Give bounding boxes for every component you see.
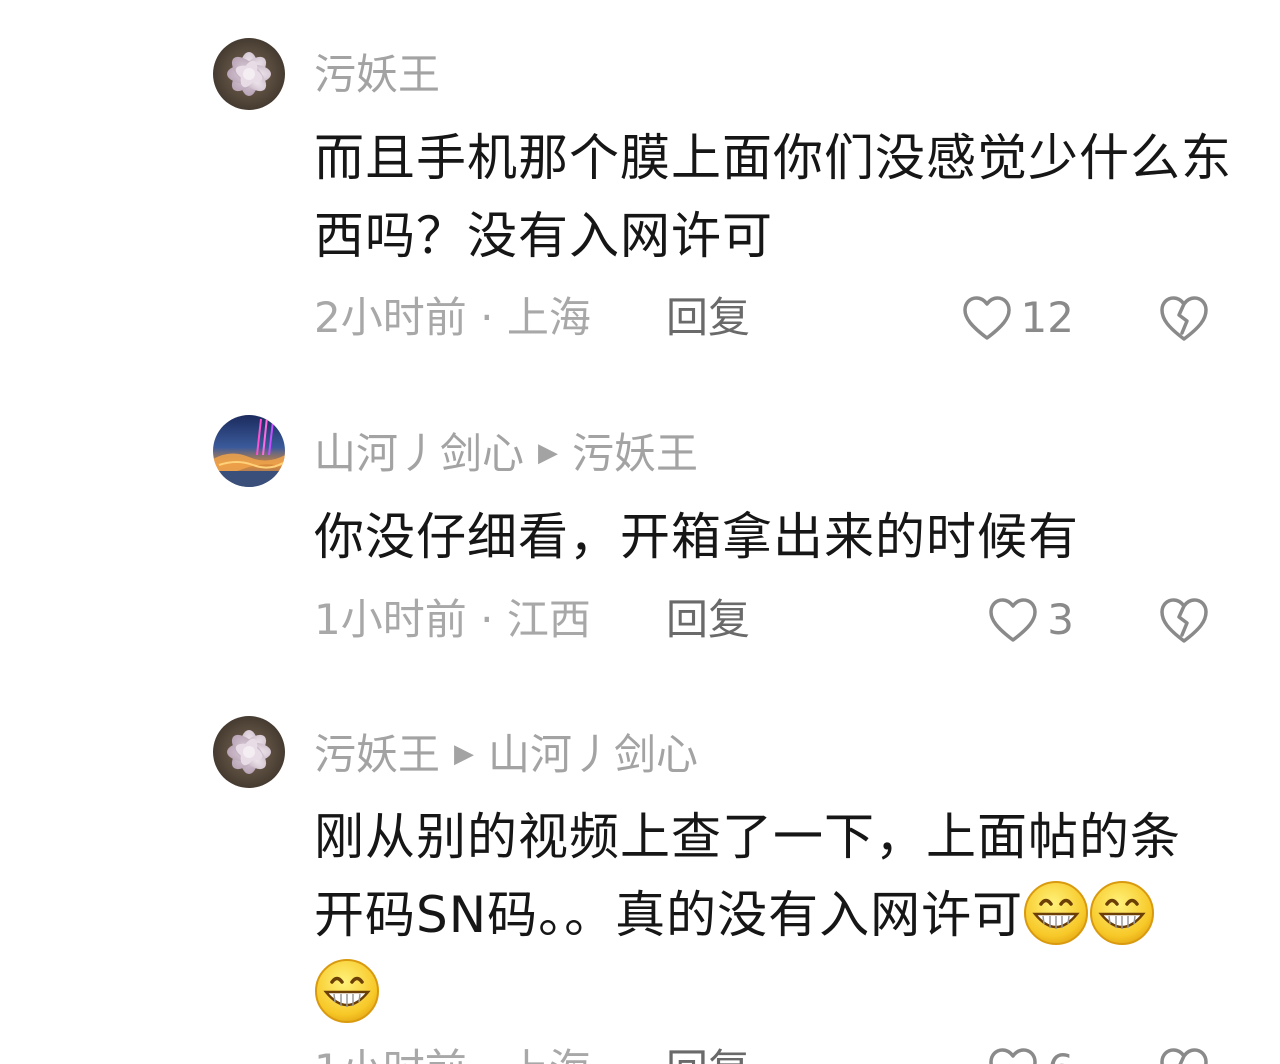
comment-meta: 1小时前 · 江西 [314, 594, 591, 646]
meta-separator: · [480, 1045, 493, 1064]
heart-icon [989, 598, 1038, 642]
comment-location: 上海 [506, 293, 591, 342]
succulent-avatar-icon[interactable] [213, 38, 285, 110]
broken-heart-icon[interactable] [1158, 292, 1210, 344]
broken-heart-icon[interactable] [1158, 594, 1210, 646]
comment-text-line: 刚从别的视频上查了一下，上面帖的条 [314, 808, 1181, 866]
comment-list: 污妖王 而且手机那个膜上面你们没感觉少什么东西吗？没有入网许可 2小时前 · 上… [0, 0, 1280, 1064]
like-count: 3 [1047, 595, 1074, 644]
comment-text: 你没仔细看，开箱拿出来的时候有 [314, 508, 1079, 566]
like-count: 6 [1047, 1044, 1074, 1064]
grin-emoji-icon [314, 957, 380, 1024]
meta-separator: · [480, 293, 494, 342]
grin-emoji-icon [1023, 879, 1089, 946]
reply-arrow-icon: ▶ [454, 738, 475, 769]
author-name[interactable]: 山河丿剑心 [314, 429, 524, 478]
author-name[interactable]: 污妖王 [314, 50, 440, 99]
comment-author-line: 污妖王 ▶ 山河丿剑心 [314, 729, 698, 784]
comment-time: 2小时前 [314, 293, 467, 342]
comment-text: 而且手机那个膜上面你们没感觉少什么东西吗？没有入网许可 [314, 129, 1232, 265]
grin-emoji-icon [1089, 879, 1155, 946]
sunset-sky-avatar-icon[interactable] [213, 415, 285, 487]
author-name[interactable]: 污妖王 [314, 730, 440, 779]
comment-author-line: 污妖王 [314, 49, 440, 101]
meta-separator: · [480, 595, 494, 644]
comment-author-line: 山河丿剑心 ▶ 污妖王 [314, 428, 698, 483]
comment-time: 1小时前 [314, 595, 467, 644]
like-count: 12 [1020, 293, 1074, 342]
reply-to-name[interactable]: 山河丿剑心 [488, 730, 698, 779]
broken-heart-icon[interactable] [1158, 1044, 1210, 1064]
comment-meta: 1小时前 · 上海 [314, 1044, 591, 1064]
comment-meta: 2小时前 · 上海 [314, 292, 591, 344]
heart-icon [962, 296, 1011, 340]
reply-arrow-icon: ▶ [538, 437, 559, 468]
heart-icon [989, 1048, 1038, 1064]
like-button[interactable]: 6 [987, 1044, 1074, 1064]
comment-location: 上海 [507, 1045, 591, 1064]
reply-button[interactable]: 回复 [666, 292, 750, 344]
reply-button[interactable]: 回复 [666, 594, 750, 646]
comment-time: 1小时前 [314, 1045, 467, 1064]
comment-text-line: 开码SN码。。真的没有入网许可 [314, 876, 1234, 954]
comment-location: 江西 [506, 595, 591, 644]
comment-text-line [314, 954, 1234, 1032]
reply-to-name[interactable]: 污妖王 [572, 429, 698, 478]
like-button[interactable]: 12 [961, 292, 1074, 344]
comment-text: 刚从别的视频上查了一下，上面帖的条 开码SN码。。真的没有入网许可 [314, 798, 1234, 1032]
like-button[interactable]: 3 [987, 594, 1074, 646]
succulent-avatar-icon[interactable] [213, 716, 285, 788]
comment-text-span: 开码SN码。。真的没有入网许可 [314, 886, 1024, 944]
reply-button[interactable]: 回复 [666, 1044, 750, 1064]
